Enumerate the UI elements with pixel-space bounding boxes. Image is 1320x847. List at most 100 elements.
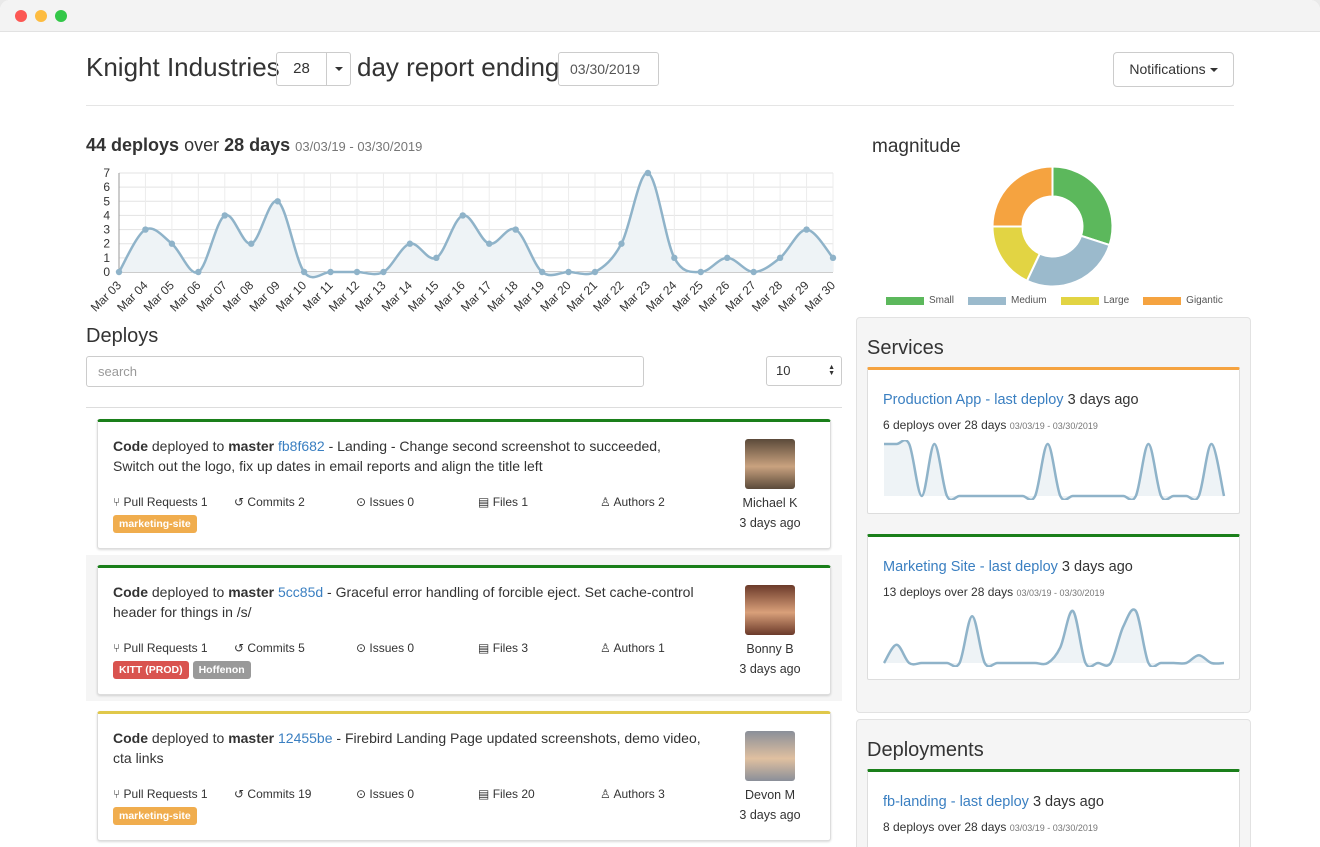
- minimize-window-button[interactable]: [35, 10, 47, 22]
- deploy-card[interactable]: Code deployed to master fb8f682 - Landin…: [97, 419, 831, 549]
- pull-requests-label: Pull Requests 1: [123, 641, 208, 655]
- pull-requests-stat[interactable]: ⑂ Pull Requests 1: [113, 787, 208, 801]
- files-stat[interactable]: ▤ Files 1: [478, 495, 528, 509]
- commit-sha-link[interactable]: 5cc85d: [278, 584, 323, 600]
- service-deploy-count: 6 deploys over 28 days: [883, 418, 1007, 432]
- data-point[interactable]: [168, 240, 176, 247]
- deploy-message: Code deployed to master fb8f682 - Landin…: [113, 436, 703, 476]
- legend-item[interactable]: Large: [1060, 295, 1129, 306]
- end-date-input[interactable]: 03/30/2019: [558, 52, 659, 86]
- maximize-window-button[interactable]: [55, 10, 67, 22]
- authors-stat[interactable]: ♙ Authors 2: [600, 495, 665, 509]
- commits-label: Commits 2: [247, 495, 305, 509]
- data-point[interactable]: [274, 198, 281, 205]
- commits-label: Commits 19: [247, 787, 312, 801]
- per-page-select[interactable]: 10 ▲ ▼: [766, 356, 842, 386]
- issues-stat[interactable]: ⊙ Issues 0: [356, 787, 414, 801]
- y-tick-label: 6: [103, 180, 110, 194]
- service-ago: 3 days ago: [1067, 392, 1139, 408]
- files-label: Files 20: [492, 787, 535, 801]
- file-icon: ▤: [478, 787, 490, 801]
- data-point[interactable]: [565, 268, 572, 276]
- data-point[interactable]: [644, 169, 652, 177]
- data-point[interactable]: [512, 226, 519, 233]
- authors-stat[interactable]: ♙ Authors 3: [600, 787, 665, 801]
- donut-slice-medium[interactable]: [1025, 234, 1111, 288]
- data-point[interactable]: [327, 268, 334, 276]
- y-tick-label: 0: [103, 265, 110, 279]
- branch-name: master: [228, 584, 275, 600]
- history-icon: ↺: [234, 495, 245, 509]
- donut-slice-small[interactable]: [1051, 165, 1114, 247]
- x-tick-label: Mar 30: [802, 278, 839, 315]
- data-point[interactable]: [750, 268, 757, 276]
- data-point[interactable]: [380, 268, 387, 276]
- data-point[interactable]: [142, 226, 149, 233]
- issues-stat[interactable]: ⊙ Issues 0: [356, 495, 414, 509]
- author-name: Devon M: [744, 788, 796, 802]
- commits-stat[interactable]: ↺ Commits 2: [234, 495, 305, 509]
- service-link[interactable]: Production App - last deploy: [883, 392, 1064, 408]
- days-dropdown[interactable]: 28: [276, 52, 351, 86]
- data-point[interactable]: [724, 254, 731, 262]
- pull-requests-stat[interactable]: ⑂ Pull Requests 1: [113, 495, 208, 509]
- data-point[interactable]: [433, 254, 440, 262]
- data-point[interactable]: [459, 212, 466, 219]
- tag-badge[interactable]: marketing-site: [113, 515, 197, 533]
- deployments-title: Deployments: [867, 739, 984, 761]
- donut-slice-gigantic[interactable]: [991, 165, 1054, 228]
- commits-stat[interactable]: ↺ Commits 19: [234, 787, 311, 801]
- tag-badge[interactable]: KITT (PROD): [113, 661, 189, 679]
- data-point[interactable]: [486, 240, 493, 247]
- title-bar: [0, 0, 1320, 32]
- y-tick-label: 1: [103, 251, 110, 265]
- deploy-card[interactable]: Code deployed to master 12455be - Firebi…: [97, 711, 831, 841]
- legend-item[interactable]: Small: [886, 295, 954, 306]
- search-input[interactable]: search: [86, 356, 644, 387]
- data-point[interactable]: [618, 240, 625, 247]
- data-point[interactable]: [697, 268, 704, 276]
- authors-label: Authors 1: [613, 641, 665, 655]
- legend-label: Medium: [1011, 295, 1047, 306]
- files-stat[interactable]: ▤ Files 3: [478, 641, 528, 655]
- data-point[interactable]: [591, 268, 599, 276]
- commits-stat[interactable]: ↺ Commits 5: [234, 641, 305, 655]
- data-point[interactable]: [300, 268, 308, 276]
- author-info: Michael K 3 days ago: [718, 493, 822, 533]
- deploy-card[interactable]: Code deployed to master 5cc85d - Gracefu…: [97, 565, 831, 695]
- commit-sha-link[interactable]: 12455be: [278, 730, 333, 746]
- data-point[interactable]: [195, 268, 202, 276]
- files-label: Files 3: [492, 641, 529, 655]
- data-point[interactable]: [248, 240, 255, 247]
- code-label: Code: [113, 584, 148, 600]
- data-point[interactable]: [829, 254, 837, 262]
- tag-badge[interactable]: marketing-site: [113, 807, 197, 825]
- data-point[interactable]: [353, 268, 361, 276]
- deployment-name: fb-landing - last deploy 3 days ago: [883, 794, 1104, 810]
- files-stat[interactable]: ▤ Files 20: [478, 787, 535, 801]
- deployment-link[interactable]: fb-landing - last deploy: [883, 794, 1029, 810]
- legend-item[interactable]: Medium: [968, 295, 1047, 306]
- service-name: Production App - last deploy 3 days ago: [883, 392, 1139, 408]
- deploy-tags: marketing-site: [113, 515, 201, 533]
- data-point[interactable]: [776, 254, 784, 262]
- legend-item[interactable]: Gigantic: [1143, 295, 1223, 306]
- data-point[interactable]: [115, 268, 123, 276]
- commit-sha-link[interactable]: fb8f682: [278, 438, 325, 454]
- data-point[interactable]: [671, 254, 678, 262]
- pull-requests-stat[interactable]: ⑂ Pull Requests 1: [113, 641, 208, 655]
- notifications-button[interactable]: Notifications: [1113, 52, 1234, 87]
- close-window-button[interactable]: [15, 10, 27, 22]
- authors-stat[interactable]: ♙ Authors 1: [600, 641, 665, 655]
- data-point[interactable]: [221, 212, 228, 219]
- service-link[interactable]: Marketing Site - last deploy: [883, 559, 1058, 575]
- data-point[interactable]: [406, 240, 414, 247]
- authors-label: Authors 3: [613, 787, 665, 801]
- issues-stat[interactable]: ⊙ Issues 0: [356, 641, 414, 655]
- tag-badge[interactable]: Hoffenon: [192, 661, 251, 679]
- data-point[interactable]: [538, 268, 546, 276]
- legend-label: Gigantic: [1186, 295, 1223, 306]
- days-dropdown-toggle[interactable]: [327, 53, 350, 85]
- data-point[interactable]: [803, 226, 810, 233]
- user-icon: ♙: [600, 495, 611, 509]
